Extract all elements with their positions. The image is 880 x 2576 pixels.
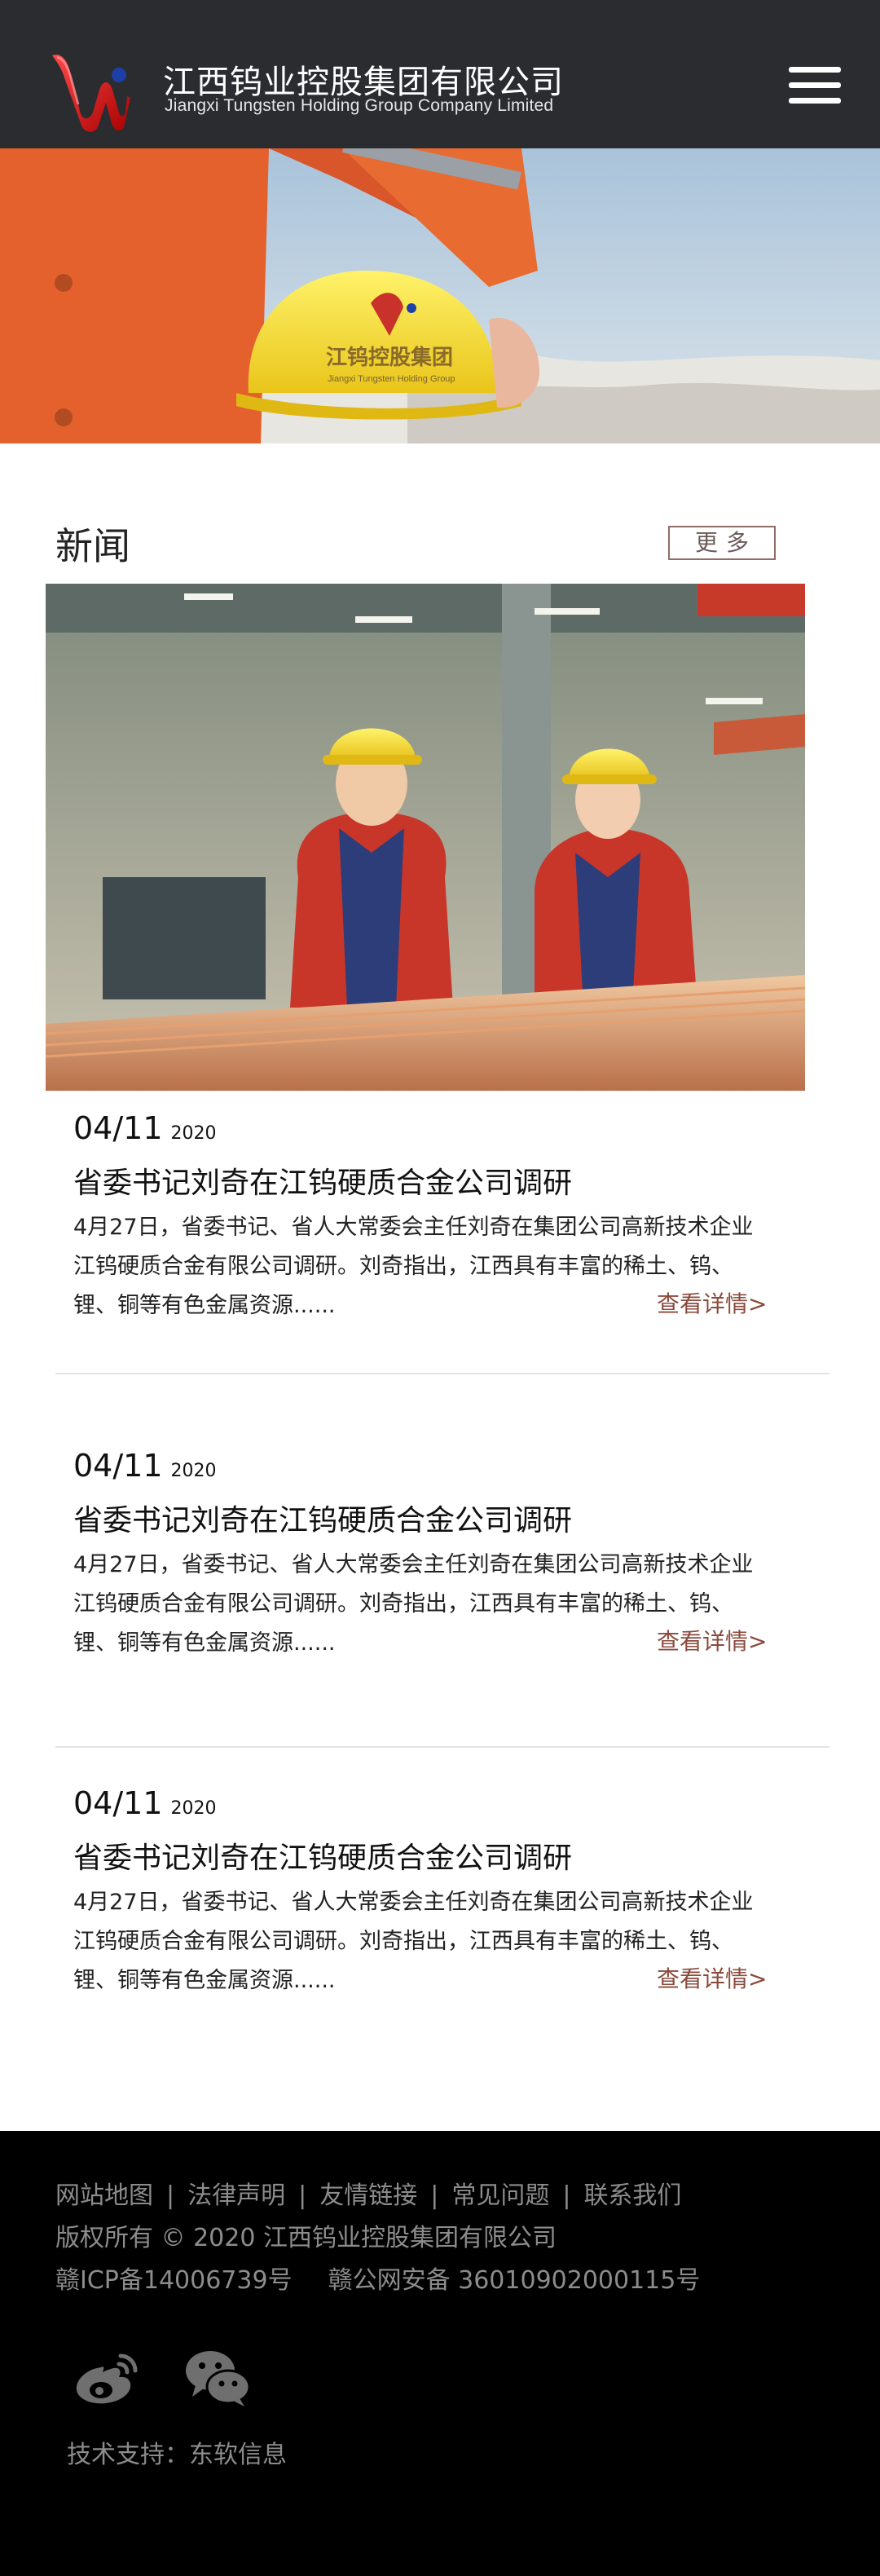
news-date: 04/11 2020: [73, 1448, 217, 1484]
divider: [55, 1373, 829, 1374]
hamburger-menu-icon[interactable]: [782, 60, 847, 109]
helmet-text-en: Jiangxi Tungsten Holding Group: [328, 374, 455, 384]
hero-image: 江钨控股集团 Jiangxi Tungsten Holding Group: [0, 148, 880, 443]
news-title[interactable]: 省委书记刘奇在江钨硬质合金公司调研: [73, 1159, 572, 1202]
news-year: 2020: [170, 1798, 217, 1819]
news-section-title: 新闻: [55, 524, 130, 568]
footer-links: 网站地图 | 法律声明 | 友情链接 | 常见问题 | 联系我们: [55, 2175, 681, 2211]
news-detail-link[interactable]: 查看详情>: [657, 1961, 767, 1994]
police-record[interactable]: 赣公网安备 36010902000115号: [328, 2266, 701, 2295]
news-title[interactable]: 省委书记刘奇在江钨硬质合金公司调研: [73, 1834, 572, 1877]
news-detail-link[interactable]: 查看详情>: [657, 1286, 767, 1319]
footer-link-legal[interactable]: 法律声明: [187, 2181, 285, 2210]
footer-separator: |: [298, 2181, 307, 2210]
news-title[interactable]: 省委书记刘奇在江钨硬质合金公司调研: [73, 1497, 572, 1539]
icp-info: 赣ICP备14006739号 赣公网安备 36010902000115号: [55, 2260, 700, 2296]
divider: [55, 1746, 829, 1748]
footer-separator: |: [166, 2181, 175, 2210]
weibo-icon[interactable]: [70, 2344, 143, 2410]
news-feature-image[interactable]: [46, 584, 805, 1091]
hero-banner: 江钨控股集团 Jiangxi Tungsten Holding Group: [0, 148, 880, 443]
footer-link-sitemap[interactable]: 网站地图: [55, 2181, 153, 2210]
news-more-button[interactable]: 更多: [668, 526, 776, 560]
wechat-icon[interactable]: [181, 2344, 254, 2410]
footer-link-contact[interactable]: 联系我们: [583, 2181, 681, 2210]
footer-link-friends[interactable]: 友情链接: [319, 2181, 417, 2210]
news-detail-link[interactable]: 查看详情>: [657, 1624, 767, 1656]
copyright-text: 版权所有 © 2020 江西钨业控股集团有限公司: [55, 2224, 557, 2252]
site-footer: 网站地图 | 法律声明 | 友情链接 | 常见问题 | 联系我们 版权所有 © 2020 江西钨…: [0, 2131, 880, 2576]
company-name-en: Jiangxi Tungsten Holding Group Company L…: [165, 96, 554, 115]
news-year: 2020: [170, 1123, 217, 1144]
helmet-text: 江钨控股集团: [326, 345, 453, 370]
tech-support-text: 技术支持：东软信息: [67, 2441, 287, 2469]
company-logo-icon[interactable]: [46, 47, 132, 134]
footer-separator: |: [430, 2181, 439, 2210]
footer-separator: |: [562, 2181, 571, 2210]
site-header: 江西钨业控股集团有限公司 Jiangxi Tungsten Holding Gr…: [0, 0, 880, 148]
news-date: 04/11 2020: [73, 1110, 217, 1146]
news-year: 2020: [170, 1461, 217, 1481]
news-date: 04/11 2020: [73, 1785, 217, 1821]
footer-link-faq[interactable]: 常见问题: [451, 2181, 549, 2210]
icp-number[interactable]: 赣ICP备14006739号: [55, 2266, 293, 2295]
